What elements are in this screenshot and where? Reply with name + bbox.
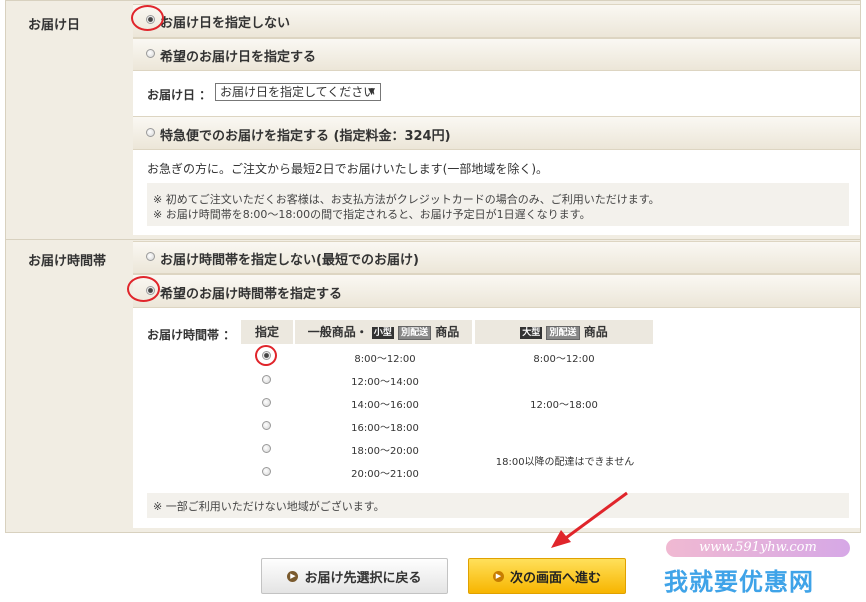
large-slot-label: 18:00以降の配達はできません <box>495 457 635 468</box>
time-slot-radio[interactable] <box>262 398 271 407</box>
col-header-large: 大型 別配送 商品 <box>475 320 653 344</box>
next-step-button[interactable]: ▶ 次の画面へ進む <box>468 558 626 594</box>
col-header-general: 一般商品・ 小型 別配送 商品 <box>295 320 472 344</box>
time-note: ※ 一部ご利用いただけない地域がございます。 <box>153 500 385 513</box>
delivery-date-none-label[interactable]: お届け日を指定しない <box>160 12 290 31</box>
delivery-date-select-value: お届け日を指定してください <box>220 85 376 99</box>
badge-separate-shipping: 別配送 <box>546 325 580 340</box>
time-slot-label: 20:00～21:00 <box>351 469 419 480</box>
express-note-2: ※ お届け時間帯を8:00～18:00の間で指定されると、お届け予定日が1日遅く… <box>153 208 591 221</box>
delivery-time-specify-label[interactable]: 希望のお届け時間帯を指定する <box>160 283 342 302</box>
time-slot-label: 8:00～12:00 <box>354 354 416 365</box>
chevron-down-icon: ▼ <box>368 87 375 97</box>
arrow-circle-icon: ▶ <box>492 570 504 582</box>
time-slot-label: 12:00～14:00 <box>351 377 419 388</box>
time-slot-label: 18:00～20:00 <box>351 446 419 457</box>
time-slot-label: 14:00～16:00 <box>351 400 419 411</box>
highlight-circle <box>255 345 277 366</box>
time-field-label: お届け時間帯 ： <box>147 328 236 342</box>
next-button-label: 次の画面へ進む <box>509 570 601 586</box>
badge-large: 大型 <box>520 326 543 339</box>
watermark-text: 我就要优惠网 <box>664 568 814 596</box>
delivery-date-specify-label[interactable]: 希望のお届け日を指定する <box>160 46 316 65</box>
time-slot-radio[interactable] <box>262 375 271 384</box>
col-header-select: 指定 <box>241 320 293 344</box>
col-general-suffix: 商品 <box>435 325 460 339</box>
delivery-date-express-label[interactable]: 特急便でのお届けを指定する (指定料金：324円) <box>160 125 451 144</box>
large-slot-label: 12:00～18:00 <box>530 400 598 411</box>
delivery-time-none-label[interactable]: お届け時間帯を指定しない(最短でのお届け) <box>160 249 419 268</box>
time-slot-radio[interactable] <box>262 467 271 476</box>
delivery-time-label: お届け時間帯 <box>28 254 107 269</box>
highlight-circle <box>127 276 160 302</box>
badge-separate-shipping: 別配送 <box>398 325 432 340</box>
time-slot-radio[interactable] <box>262 421 271 430</box>
express-description: お急ぎの方に。ご注文から最短2日でお届けいたします(一部地域を除く)。 <box>147 162 549 176</box>
time-slot-label: 16:00～18:00 <box>351 423 419 434</box>
time-slot-radio[interactable] <box>262 444 271 453</box>
highlight-circle <box>131 5 164 31</box>
back-button-label: お届け先選択に戻る <box>304 570 422 586</box>
delivery-date-label: お届け日 <box>28 18 81 33</box>
section-divider <box>6 239 860 240</box>
watermark-url: www.591yhw.com <box>666 539 850 557</box>
delivery-time-none-radio[interactable] <box>146 252 155 261</box>
large-slot-label: 8:00～12:00 <box>533 354 595 365</box>
back-to-address-button[interactable]: ▶ お届け先選択に戻る <box>261 558 448 594</box>
express-note-1: ※ 初めてご注文いただくお客様は、お支払方法がクレジットカードの場合のみ、ご利用… <box>153 193 660 206</box>
col-general-prefix: 一般商品・ <box>307 325 368 339</box>
red-arrow-icon <box>551 491 628 548</box>
arrow-circle-icon: ▶ <box>287 570 299 582</box>
delivery-date-express-radio[interactable] <box>146 128 155 137</box>
delivery-date-select[interactable]: お届け日を指定してください ▼ <box>215 83 381 101</box>
badge-small: 小型 <box>371 326 394 339</box>
delivery-date-field-label: お届け日 ： <box>147 88 212 102</box>
delivery-date-specify-radio[interactable] <box>146 49 155 58</box>
col-large-suffix: 商品 <box>583 325 608 339</box>
